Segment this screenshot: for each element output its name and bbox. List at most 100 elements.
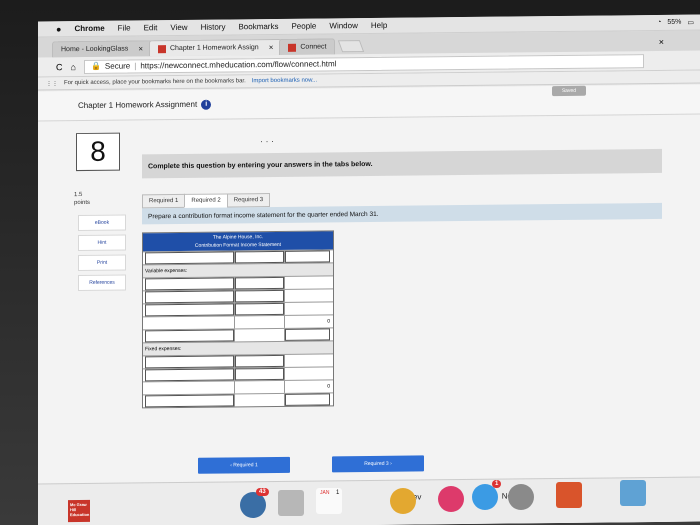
home-icon[interactable]: ⌂ <box>71 62 76 72</box>
page-content: Chapter 1 Homework Assignment i Saved 8 … <box>38 84 700 525</box>
wifi-icon[interactable]: ◔ <box>657 18 661 26</box>
tab-label: Home - LookingGlass <box>61 45 129 54</box>
menu-chrome[interactable]: Chrome <box>74 24 104 33</box>
mail-badge: 43 <box>256 488 269 496</box>
apple-icon[interactable]: ● <box>56 24 61 34</box>
required-pane: Prepare a contribution format income sta… <box>142 202 662 458</box>
total-input[interactable] <box>285 328 330 341</box>
table-row <box>143 288 333 304</box>
url-text: https://newconnect.mheducation.com/flow/… <box>140 59 337 71</box>
tab-required-1[interactable]: Required 1 <box>142 193 186 209</box>
separator: | <box>134 61 137 71</box>
itunes-icon[interactable] <box>438 486 464 512</box>
mcgraw-hill-logo: Mc Graw Hill Education <box>68 499 90 523</box>
saved-badge: Saved <box>551 85 586 97</box>
battery-icon[interactable]: ▭ <box>687 18 694 26</box>
screen: ● Chrome File Edit View History Bookmark… <box>38 14 700 525</box>
total-input[interactable] <box>285 250 330 263</box>
menu-window[interactable]: Window <box>329 21 357 30</box>
amount-input[interactable] <box>235 250 284 264</box>
tab-home-lookingglass[interactable]: Home - LookingGlass × <box>52 40 152 58</box>
question-number: 8 <box>76 132 120 172</box>
url-input[interactable]: 🔒 Secure | https://newconnect.mheducatio… <box>83 53 644 74</box>
tab-chapter-homework[interactable]: Chapter 1 Homework Assign × <box>148 38 283 57</box>
tab-label: Chapter 1 Homework Assign <box>169 44 259 53</box>
ebook-button[interactable]: eBook <box>78 214 126 232</box>
label-input[interactable] <box>145 251 234 265</box>
status-area: ◔ 55% ▭ <box>657 18 694 26</box>
menu-file[interactable]: File <box>118 23 131 32</box>
amount-input[interactable] <box>235 367 284 381</box>
label-input[interactable] <box>145 277 234 291</box>
amount-input[interactable] <box>235 289 284 303</box>
calendar-day: 1 <box>336 490 340 496</box>
amount-input[interactable] <box>235 354 284 368</box>
references-button[interactable]: References <box>78 274 126 292</box>
hint-button[interactable]: Hint <box>78 234 126 252</box>
label-input[interactable] <box>145 394 234 408</box>
label-input[interactable] <box>145 355 234 369</box>
menu-view[interactable]: View <box>170 23 187 32</box>
calendar-month: JAN <box>320 490 330 496</box>
app-icon[interactable] <box>620 480 646 506</box>
required-tabs: Required 1 Required 2 Required 3 <box>142 193 271 209</box>
label-input[interactable] <box>145 329 234 343</box>
secure-label: Secure <box>104 61 131 71</box>
menu-edit[interactable]: Edit <box>144 23 158 32</box>
assignment-header: Chapter 1 Homework Assignment i Saved <box>38 84 700 122</box>
menu-people[interactable]: People <box>291 22 316 31</box>
fixed-expenses-label: Fixed expenses: <box>145 345 182 353</box>
question-dots: · · · <box>260 135 274 147</box>
table-row <box>143 249 333 265</box>
notes-icon[interactable] <box>278 490 304 516</box>
table-row: 0 <box>143 314 333 330</box>
settings-icon[interactable] <box>508 484 534 510</box>
tab-required-2[interactable]: Required 2 <box>184 193 228 208</box>
app-icon[interactable] <box>556 482 582 508</box>
table-row <box>143 392 333 408</box>
points-label: points <box>74 199 91 207</box>
back-icon[interactable]: C <box>56 62 63 72</box>
print-button[interactable]: Print <box>78 254 126 272</box>
tab-required-3[interactable]: Required 3 <box>226 193 271 208</box>
prev-required-button[interactable]: ‹ Required 1 <box>198 456 290 474</box>
menu-bookmarks[interactable]: Bookmarks <box>238 22 278 31</box>
info-icon[interactable]: i <box>201 99 212 110</box>
close-tab-icon[interactable]: × <box>269 43 274 52</box>
appstore-badge: 1 <box>492 480 502 488</box>
lock-icon: 🔒 <box>90 61 101 71</box>
next-required-button[interactable]: Required 3 › <box>332 455 424 473</box>
total-input[interactable] <box>285 393 330 406</box>
table-row <box>143 301 333 317</box>
table-row <box>143 366 333 382</box>
label-input[interactable] <box>145 368 234 382</box>
variable-total: 0 <box>327 318 330 325</box>
mheducation-favicon-icon <box>157 44 166 53</box>
table-row: 0 <box>143 379 333 395</box>
menu-help[interactable]: Help <box>371 21 387 30</box>
table-row <box>143 275 333 291</box>
variable-expenses-label: Variable expenses: <box>145 267 188 275</box>
import-bookmarks-link[interactable]: Import bookmarks now... <box>252 78 317 85</box>
new-tab-button[interactable] <box>338 40 365 53</box>
question-instruction: Complete this question by entering your … <box>142 148 662 179</box>
apps-icon[interactable]: ⋮⋮ <box>46 80 58 87</box>
table-row <box>143 327 333 343</box>
statement-header: The Alpine House, Inc. Contribution Form… <box>143 231 333 252</box>
required-nav: ‹ Required 1 Required 3 › <box>198 455 424 474</box>
close-tab-icon[interactable]: × <box>138 44 143 53</box>
label-input[interactable] <box>145 290 234 304</box>
label-input[interactable] <box>145 303 234 317</box>
window-close-icon[interactable]: × <box>659 37 664 47</box>
amount-input[interactable] <box>235 302 284 316</box>
tab-label: Connect <box>300 43 327 51</box>
menu-history[interactable]: History <box>201 23 226 32</box>
battery-level[interactable]: 55% <box>667 18 681 26</box>
amount-input[interactable] <box>235 276 284 290</box>
table-row <box>143 353 333 369</box>
assignment-title: Chapter 1 Homework Assignment <box>78 99 198 111</box>
tab-connect[interactable]: Connect <box>279 38 336 55</box>
resource-sidebar: eBook Hint Print References <box>78 214 126 296</box>
photos-icon[interactable] <box>390 488 416 514</box>
table-row: Fixed expenses: <box>143 340 333 356</box>
